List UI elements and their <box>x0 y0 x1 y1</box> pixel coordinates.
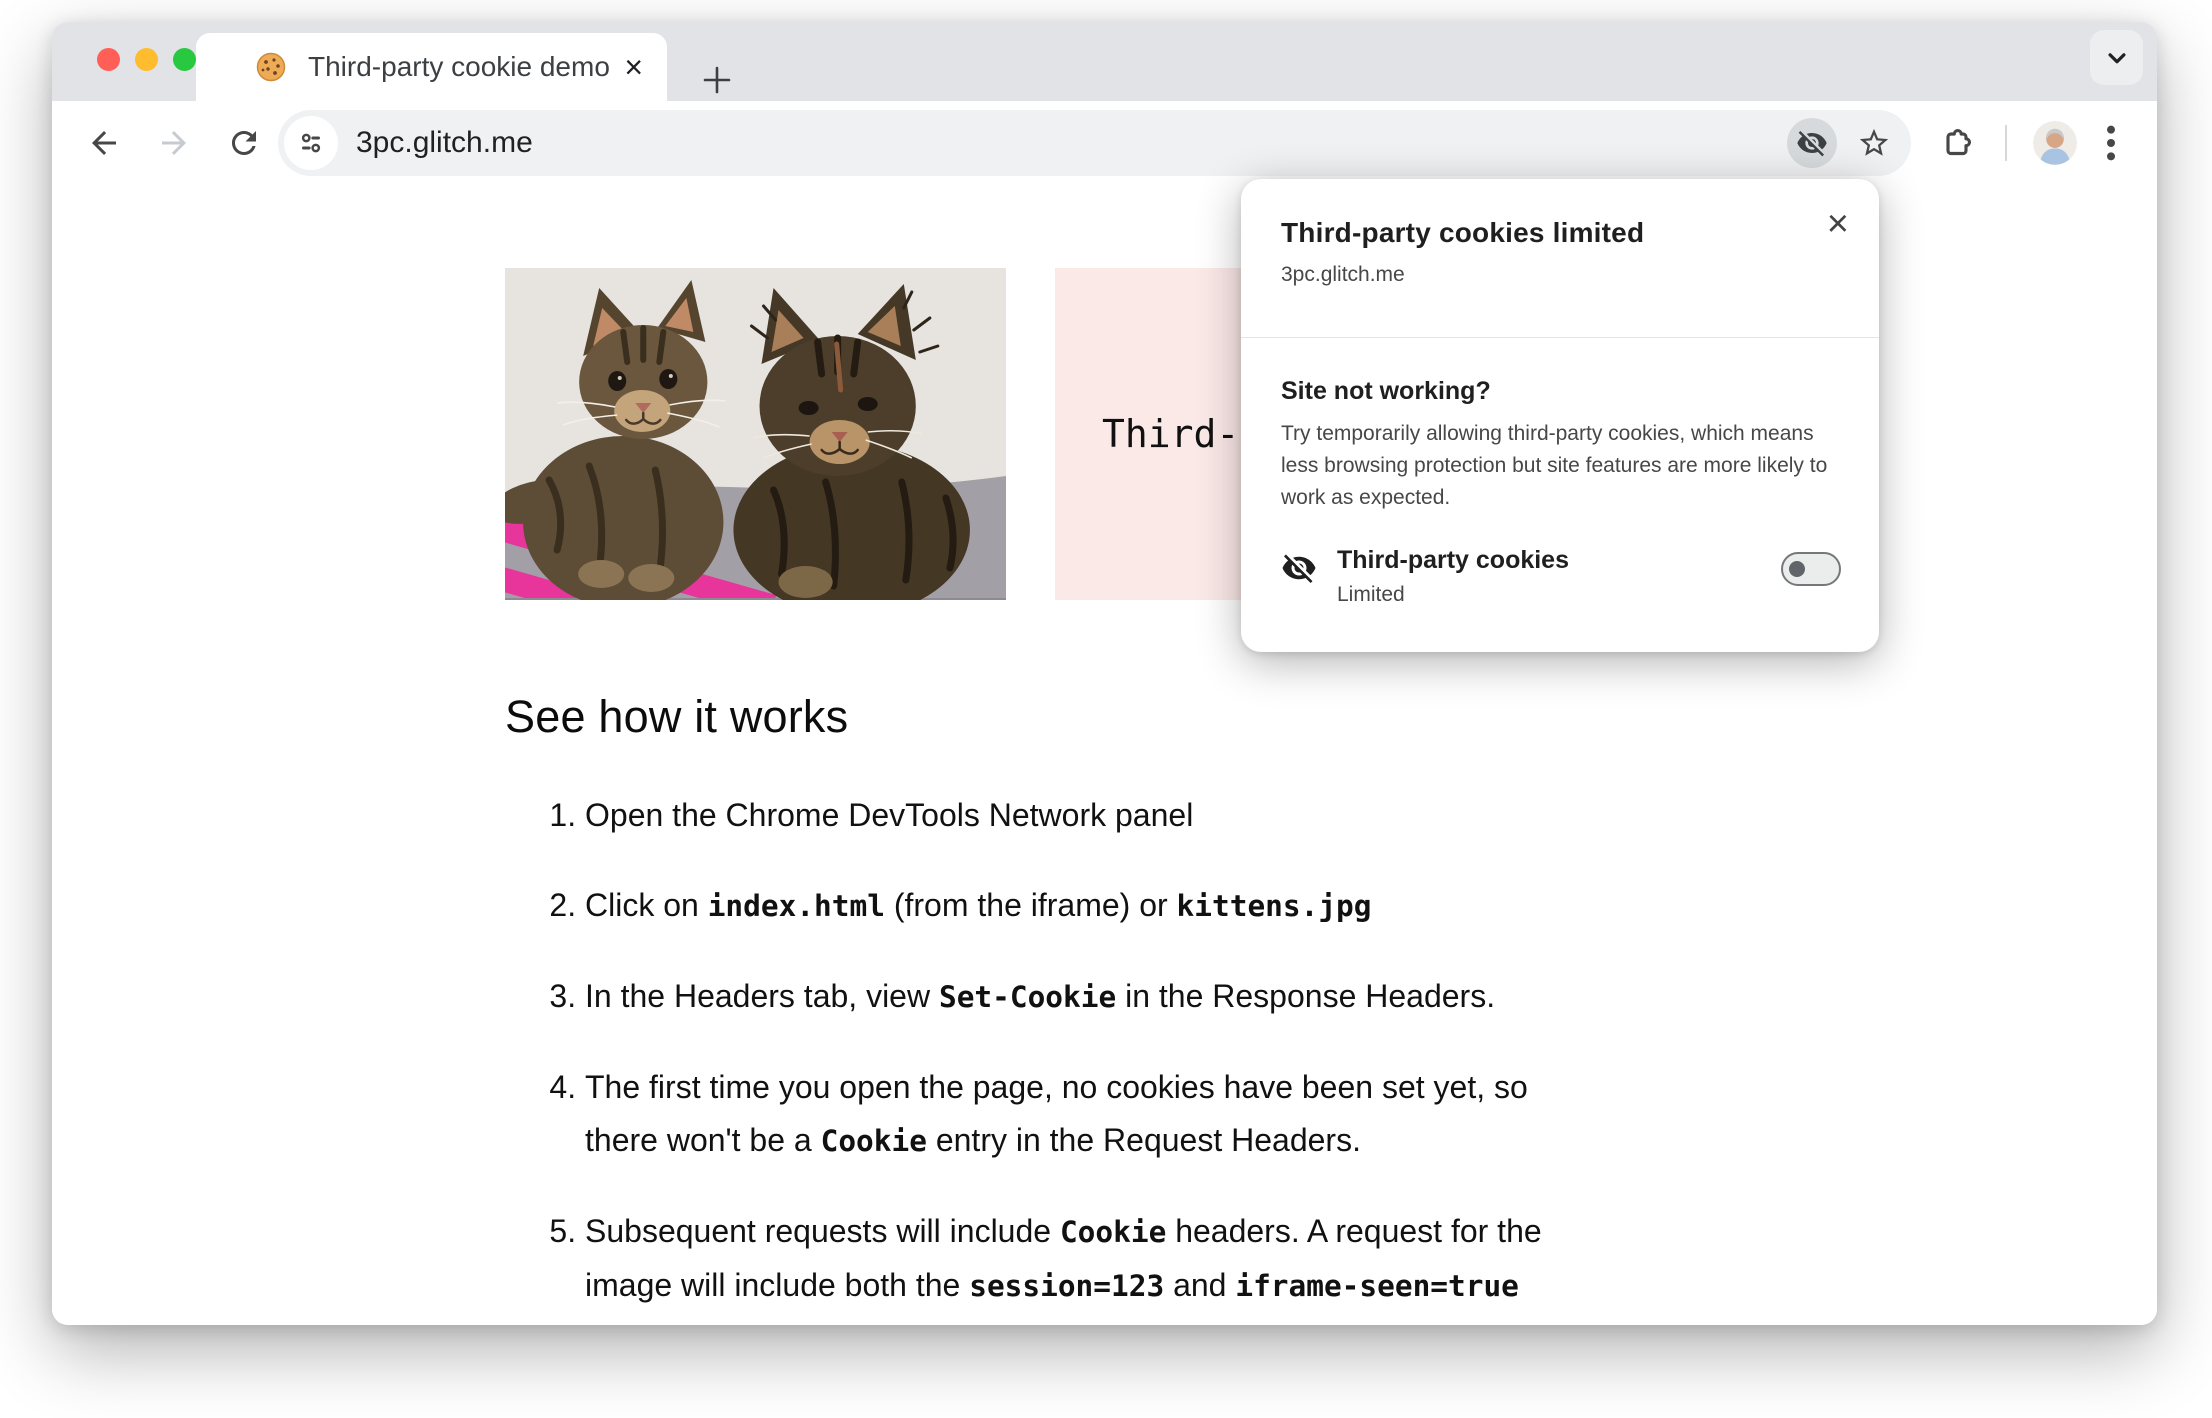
address-bar[interactable]: 3pc.glitch.me <box>278 110 1911 176</box>
puzzle-icon <box>1946 129 1971 156</box>
kebab-menu-icon <box>2107 125 2115 161</box>
url-text: 3pc.glitch.me <box>356 126 533 159</box>
popup-body: Site not working? Try temporarily allowi… <box>1241 337 1879 607</box>
site-settings-button[interactable] <box>284 116 338 170</box>
kittens-photo <box>505 268 1006 600</box>
list-item: The first time you open the page, no coo… <box>585 1061 1765 1168</box>
list-item: In the Headers tab, view Set-Cookie in t… <box>585 970 1765 1024</box>
star-icon <box>1859 128 1889 156</box>
list-item: Subsequent requests will include Cookie … <box>585 1205 1765 1325</box>
setting-label: Third-party cookies <box>1337 546 1569 574</box>
close-window-button[interactable] <box>97 48 120 71</box>
profile-avatar-button[interactable] <box>2033 121 2077 165</box>
back-button[interactable] <box>82 121 126 165</box>
tab-close-button[interactable]: × <box>624 51 643 83</box>
list-item: Click on index.html (from the iframe) or… <box>585 879 1765 933</box>
avatar <box>2033 121 2077 165</box>
minimize-window-button[interactable] <box>135 48 158 71</box>
eye-off-icon <box>1797 131 1827 157</box>
popup-title: Third-party cookies limited <box>1281 217 1645 248</box>
third-party-cookies-toggle[interactable] <box>1781 552 1841 586</box>
popup-section-heading: Site not working? <box>1281 377 1491 405</box>
popup-header: Third-party cookies limited 3pc.glitch.m… <box>1241 179 1879 287</box>
plus-icon <box>703 66 731 94</box>
third-party-cookies-indicator-button[interactable] <box>1787 118 1837 168</box>
steps-list: Open the Chrome DevTools Network panel Cl… <box>505 789 1765 1325</box>
third-party-cookies-popup: Third-party cookies limited 3pc.glitch.m… <box>1241 179 1879 652</box>
chevron-down-icon <box>2108 52 2125 63</box>
cookies-setting-labels: Third-party cookies Limited <box>1337 546 1569 607</box>
page-title: See how it works <box>505 691 849 742</box>
zoom-window-button[interactable] <box>173 48 196 71</box>
tab-overview-button[interactable] <box>2090 30 2143 85</box>
arrow-left-icon <box>92 131 116 155</box>
iframe-text: Third- <box>1102 412 1240 456</box>
eye-off-icon <box>1282 554 1316 583</box>
desktop-background: Third-party cookie demo × 3pc.glitch.me … <box>0 0 2212 1418</box>
tab-third-party-cookie-demo[interactable]: Third-party cookie demo × <box>196 33 667 101</box>
new-tab-button[interactable] <box>693 56 741 104</box>
popup-body-text: Try temporarily allowing third-party coo… <box>1281 422 1828 509</box>
browser-menu-button[interactable] <box>2091 121 2131 165</box>
forward-button[interactable] <box>152 121 196 165</box>
window-controls <box>97 48 196 71</box>
popup-close-button[interactable]: × <box>1827 205 1849 243</box>
extensions-button[interactable] <box>1933 119 1981 167</box>
reload-icon <box>231 131 256 155</box>
bookmark-button[interactable] <box>1849 118 1899 168</box>
tab-title: Third-party cookie demo <box>308 51 610 82</box>
popup-site: 3pc.glitch.me <box>1281 263 1405 286</box>
toggle-knob <box>1789 561 1805 577</box>
article: See how it works Open the Chrome DevTool… <box>505 691 1765 1325</box>
tab-strip: Third-party cookie demo × <box>52 22 2157 101</box>
browser-window: Third-party cookie demo × 3pc.glitch.me … <box>52 22 2157 1325</box>
cookie-favicon-icon <box>256 52 286 82</box>
list-item: Open the Chrome DevTools Network panel <box>585 789 1765 842</box>
toolbar: 3pc.glitch.me <box>52 101 2157 185</box>
reload-button[interactable] <box>222 121 266 165</box>
setting-status: Limited <box>1337 583 1405 606</box>
toolbar-separator <box>2005 125 2007 161</box>
tune-icon <box>301 133 321 153</box>
arrow-right-icon <box>162 131 186 155</box>
cookies-setting-row: Third-party cookies Limited <box>1281 546 1851 607</box>
